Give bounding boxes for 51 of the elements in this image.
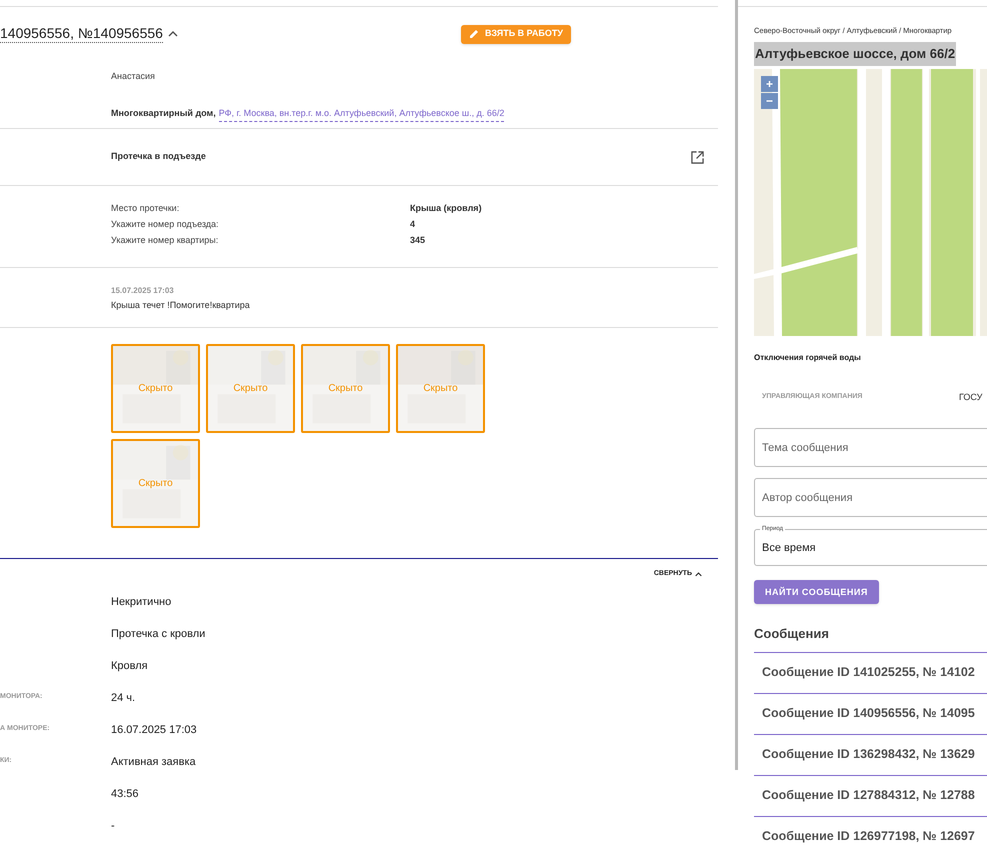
hidden-label: Скрыто	[328, 382, 363, 394]
message-row[interactable]: Сообщение ID 140956556, № 14095	[754, 694, 987, 735]
row-value: Некритично	[111, 594, 172, 610]
row-value: -	[111, 818, 116, 834]
zoom-in-button[interactable]: +	[761, 76, 778, 92]
row-value: Протечка с кровли	[111, 626, 206, 642]
photo-thumbnail[interactable]: Скрыто	[206, 344, 295, 433]
photo-thumbnail[interactable]: Скрыто	[111, 344, 200, 433]
row-value: 16.07.2025 17:03	[111, 722, 198, 738]
request-topic: Протечка в подъезде	[111, 150, 206, 164]
external-link-icon[interactable]	[691, 150, 704, 164]
field-value: 4	[410, 218, 416, 231]
photo-thumbnail[interactable]: Скрыто	[396, 344, 485, 433]
hidden-label: Скрыто	[233, 382, 268, 394]
row-value: 43:56	[111, 786, 140, 802]
hot-water-outages-title: Отключения горячей воды	[754, 352, 862, 364]
hidden-label: Скрыто	[138, 478, 173, 490]
applicant-name: Анастасия	[111, 71, 155, 81]
map[interactable]: + −	[754, 69, 987, 336]
address-link[interactable]: РФ, г. Москва, вн.тер.г. м.о. Алтуфьевский, Алтуфьевское ш., д. 66/2	[218, 107, 504, 122]
field-label: Укажите номер подъезда:	[111, 218, 220, 231]
row-value: Активная заявка	[111, 754, 197, 770]
message-row[interactable]: Сообщение ID 127884312, № 12788	[754, 776, 987, 817]
row-value: 24 ч.	[111, 690, 136, 706]
object-type: Многоквартирный дом,	[111, 107, 216, 120]
address-heading: Алтуфьевское шоссе, дом 66/2	[754, 42, 956, 66]
chevron-up-icon	[695, 570, 702, 578]
row-value: Кровля	[111, 658, 149, 674]
field-value: Крыша (кровля)	[410, 202, 483, 215]
request-title: 140956556, №140956556	[0, 25, 163, 43]
find-messages-button[interactable]: НАЙТИ СООБЩЕНИЯ	[754, 580, 879, 604]
comment-date: 15.07.2025 17:03	[111, 285, 175, 297]
comment-text: Крыша течет !Помогите!квартира	[111, 299, 251, 312]
field-label: Место протечки:	[111, 202, 180, 215]
hidden-label: Скрыто	[423, 382, 458, 394]
take-to-work-button[interactable]: ВЗЯТЬ В РАБОТУ	[460, 24, 571, 44]
pencil-icon	[468, 29, 479, 39]
author-field[interactable]: Автор сообщения	[754, 478, 987, 518]
zoom-out-button[interactable]: −	[761, 93, 778, 110]
subject-field[interactable]: Тема сообщения	[754, 428, 987, 468]
photo-thumbnail[interactable]: Скрыто	[301, 344, 390, 433]
photo-thumbnail[interactable]: Скрыто	[111, 439, 200, 528]
chevron-up-icon[interactable]	[168, 29, 178, 39]
message-row[interactable]: Сообщение ID 126977198, № 12697	[754, 816, 987, 853]
hidden-label: Скрыто	[138, 382, 173, 394]
message-row[interactable]: Сообщение ID 141025255, № 14102	[754, 652, 987, 694]
field-value: 345	[410, 234, 426, 247]
messages-title: Сообщения	[754, 625, 830, 644]
message-row[interactable]: Сообщение ID 136298432, № 13629	[754, 734, 987, 776]
field-label: Укажите номер квартиры:	[111, 234, 220, 247]
company-value: ГОСУ	[959, 390, 982, 404]
